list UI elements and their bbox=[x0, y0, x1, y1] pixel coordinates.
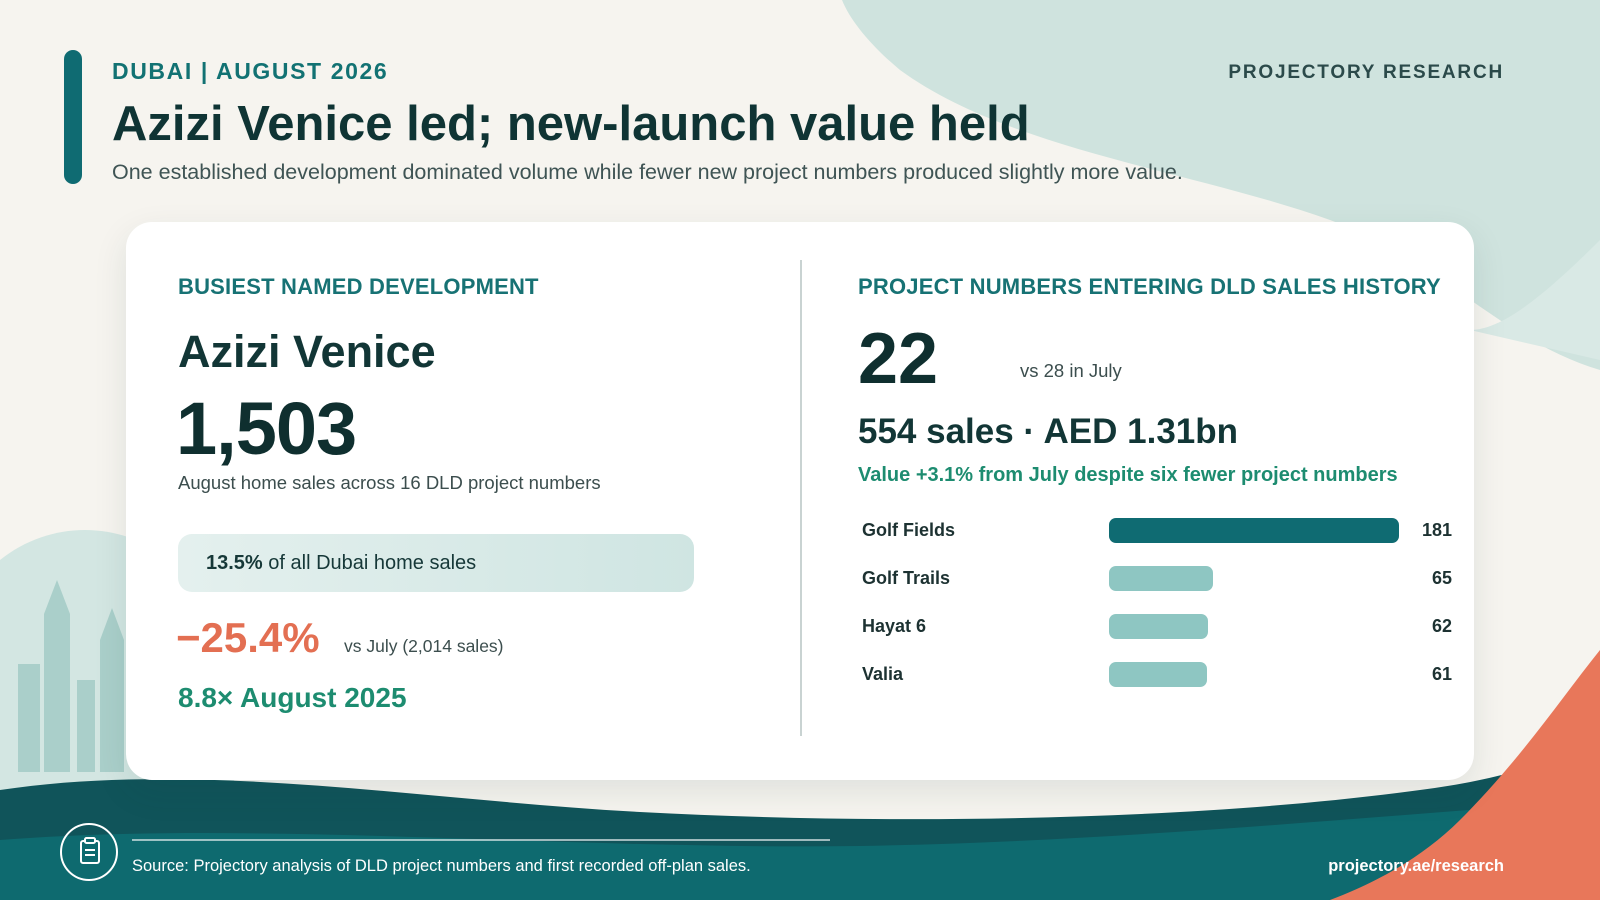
bar-value-label: 65 bbox=[1431, 568, 1452, 588]
monthly-change: −25.4% bbox=[176, 614, 320, 661]
monthly-change-note: vs July (2,014 sales) bbox=[344, 636, 504, 656]
panel-divider bbox=[800, 260, 802, 736]
header-accent-bar bbox=[64, 50, 82, 184]
bar bbox=[1109, 614, 1209, 639]
new-projects-label: PROJECT NUMBERS ENTERING DLD SALES HISTO… bbox=[858, 274, 1441, 299]
project-count: 22 bbox=[858, 319, 939, 399]
sales-caption: August home sales across 16 DLD project … bbox=[178, 472, 601, 493]
bar-label: Valia bbox=[862, 664, 904, 684]
bar-label: Golf Trails bbox=[862, 568, 951, 588]
share-value: 13.5% bbox=[206, 552, 263, 574]
value-change-note: Value +3.1% from July despite six fewer … bbox=[858, 464, 1398, 486]
website-link[interactable]: projectory.ae/research bbox=[1328, 857, 1504, 876]
page-title: Azizi Venice led; new-launch value held bbox=[112, 97, 1030, 151]
bar-label: Hayat 6 bbox=[862, 616, 927, 636]
top-projects-bar-chart: Golf Fields 181 Golf Trails 65 Hayat 6 62 Vali… bbox=[862, 518, 1452, 710]
page-subtitle: One established development dominated vo… bbox=[112, 160, 1183, 184]
bar-label: Golf Fields bbox=[862, 520, 956, 540]
bar-value-label: 181 bbox=[1421, 520, 1452, 540]
new-project-sales-value: 554 sales · AED 1.31bn bbox=[858, 412, 1239, 451]
source-note: Source: Projectory analysis of DLD proje… bbox=[132, 857, 751, 875]
clipboard-icon bbox=[60, 823, 118, 881]
busiest-development-label: BUSIEST NAMED DEVELOPMENT bbox=[178, 274, 539, 299]
bar bbox=[1109, 566, 1214, 591]
content-card: BUSIEST NAMED DEVELOPMENT Azizi Venice 1… bbox=[126, 222, 1474, 780]
development-name: Azizi Venice bbox=[178, 326, 436, 377]
project-count-note: vs 28 in July bbox=[1020, 360, 1122, 381]
bar bbox=[1109, 518, 1399, 543]
bar bbox=[1109, 662, 1207, 687]
footer-rule bbox=[132, 839, 830, 841]
development-sales: 1,503 bbox=[176, 387, 357, 470]
eyebrow-label: DUBAI | AUGUST 2026 bbox=[112, 58, 389, 84]
year-over-year: 8.8× August 2025 bbox=[178, 682, 407, 713]
share-text: of all Dubai home sales bbox=[268, 552, 477, 574]
market-share-pill: 13.5% of all Dubai home sales bbox=[178, 534, 694, 592]
brand-name: PROJECTORY RESEARCH bbox=[1228, 62, 1504, 83]
bar-value-label: 61 bbox=[1431, 664, 1452, 684]
bar-value-label: 62 bbox=[1431, 616, 1452, 636]
